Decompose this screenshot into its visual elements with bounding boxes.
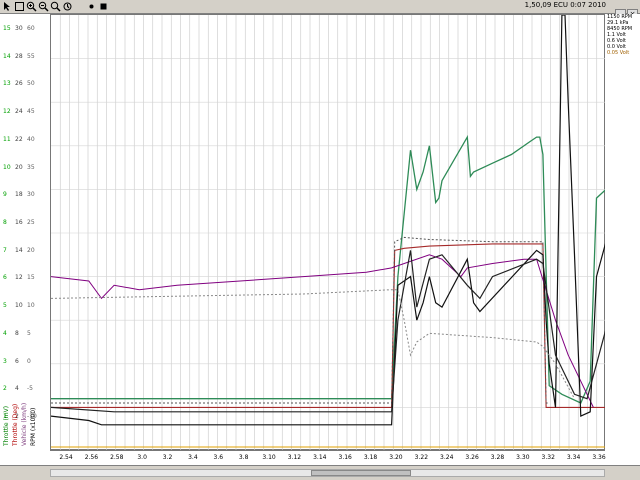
axis-tick-label: 14 <box>3 52 11 60</box>
axis-tick-label: 55 <box>27 52 35 60</box>
axis-tick-label: 30 <box>27 191 35 199</box>
scrollbar-thumb[interactable] <box>311 470 411 476</box>
axis-tick-label: 12 <box>15 274 23 282</box>
x-tick-label: 3.12 <box>287 454 302 461</box>
x-tick-label: 3.24 <box>440 454 454 461</box>
x-tick-label: 3.10 <box>262 454 276 461</box>
marker-icon[interactable] <box>86 1 97 12</box>
axis-tick-label: 28 <box>15 52 23 60</box>
chart-plot-area[interactable] <box>50 14 606 451</box>
axis-tick-label: 11 <box>3 135 11 143</box>
axis-tick-label: 4 <box>15 385 19 393</box>
horizontal-scrollbar[interactable] <box>50 469 605 477</box>
axis-tick-label: 10 <box>3 163 11 171</box>
axis-tick-label: 20 <box>15 163 23 171</box>
axis-tick-label: 14 <box>15 246 23 254</box>
axis-tick-label: 3 <box>3 357 7 365</box>
x-tick-label: 3.16 <box>338 454 352 461</box>
legend: 1150 RPM 29.1 kPa 8450 RPM 1.1 Volt 0.6 Volt… <box>605 14 640 450</box>
zoom-box-icon[interactable] <box>14 1 25 12</box>
axis-title: Throttle (mV) <box>3 405 10 446</box>
window-title: 1,50,09 ECU 0:07 2010 <box>524 1 606 9</box>
axis-tick-label: 10 <box>15 302 23 310</box>
x-tick-label: 3.36 <box>592 454 606 461</box>
cursor-icon[interactable] <box>2 1 13 12</box>
axis-tick-label: 60 <box>27 25 35 32</box>
axis-tick-label: 0 <box>27 357 31 365</box>
axis-tick-label: 26 <box>15 80 23 88</box>
x-tick-label: 3.18 <box>363 454 378 461</box>
axis-tick-label: 5 <box>3 302 7 310</box>
axis-tick-label: 15 <box>3 25 11 32</box>
axis-tick-label: 24 <box>15 108 23 116</box>
x-tick-label: 3.22 <box>414 454 429 461</box>
x-axis: 2.54 2.56 2.58 3.0 3.2 3.4 3.6 3.8 3.10 3.12 3.14 3… <box>50 450 606 464</box>
left-axes: 15 14 13 12 11 10 9 8 7 6 5 4 3 2 1 30 28 26 24 22 20 18 16 14 1… <box>0 14 50 452</box>
legend-item: 0.05 Volt <box>607 50 630 56</box>
status-bar <box>0 465 640 480</box>
axis-tick-label: 7 <box>3 246 7 254</box>
axis-tick-label: 45 <box>27 108 35 116</box>
chart-svg <box>51 15 606 451</box>
x-tick-label: 3.34 <box>566 454 581 461</box>
axis-tick-label: 30 <box>15 25 23 32</box>
x-tick-label: 3.6 <box>213 454 224 461</box>
x-tick-label: 2.54 <box>59 454 73 461</box>
axis-tick-label: 6 <box>15 357 19 365</box>
x-tick-label: 2.56 <box>84 454 99 461</box>
axis-title: Throttle (Deg) <box>12 403 19 446</box>
axis-tick-label: 25 <box>27 219 35 226</box>
axis-tick-label: 35 <box>27 163 35 171</box>
x-tick-label: 3.14 <box>313 454 327 461</box>
x-tick-label: 3.32 <box>541 454 555 461</box>
axis-tick-label: 16 <box>15 219 23 226</box>
zoom-in-icon[interactable] <box>26 1 37 12</box>
x-tick-label: 3.28 <box>490 454 505 461</box>
axis-title: Vehicle (km/h) <box>21 402 28 446</box>
axis-tick-label: -5 <box>27 385 33 393</box>
axis-tick-label: 40 <box>27 135 35 143</box>
axis-tick-label: 6 <box>3 274 7 282</box>
x-tick-label: 3.30 <box>516 454 530 461</box>
x-tick-label: 3.26 <box>465 454 479 461</box>
stop-icon[interactable] <box>98 1 109 12</box>
x-tick-label: 3.0 <box>137 454 147 461</box>
series-line-6 <box>51 289 575 399</box>
axis-tick-label: 20 <box>27 246 35 254</box>
axis-tick-label: 5 <box>27 329 31 337</box>
axis-tick-label: 10 <box>27 302 35 310</box>
undo-zoom-icon[interactable] <box>62 1 73 12</box>
axis-tick-label: 8 <box>3 219 7 226</box>
axis-tick-label: 13 <box>3 80 11 88</box>
x-tick-label: 3.2 <box>162 454 173 461</box>
zoom-out-icon[interactable] <box>38 1 49 12</box>
axis-tick-label: 15 <box>27 274 35 282</box>
axis-tick-label: 9 <box>3 191 7 199</box>
toolbar: 1,50,09 ECU 0:07 2010 _× <box>0 0 640 20</box>
x-tick-label: 2.58 <box>110 454 124 461</box>
axis-tick-label: 22 <box>15 135 23 143</box>
x-tick-label: 3.8 <box>238 454 249 461</box>
x-tick-label: 3.4 <box>188 454 198 461</box>
axis-tick-label: 2 <box>3 385 7 393</box>
axis-title: RPM (x1000) <box>30 407 37 446</box>
axis-tick-label: 50 <box>27 80 35 88</box>
axis-tick-label: 8 <box>15 329 19 337</box>
axis-tick-label: 4 <box>3 329 7 337</box>
x-tick-label: 3.20 <box>389 454 403 461</box>
axis-tick-label: 12 <box>3 108 11 116</box>
zoom-fit-icon[interactable] <box>50 1 61 12</box>
axis-tick-label: 18 <box>15 191 23 199</box>
